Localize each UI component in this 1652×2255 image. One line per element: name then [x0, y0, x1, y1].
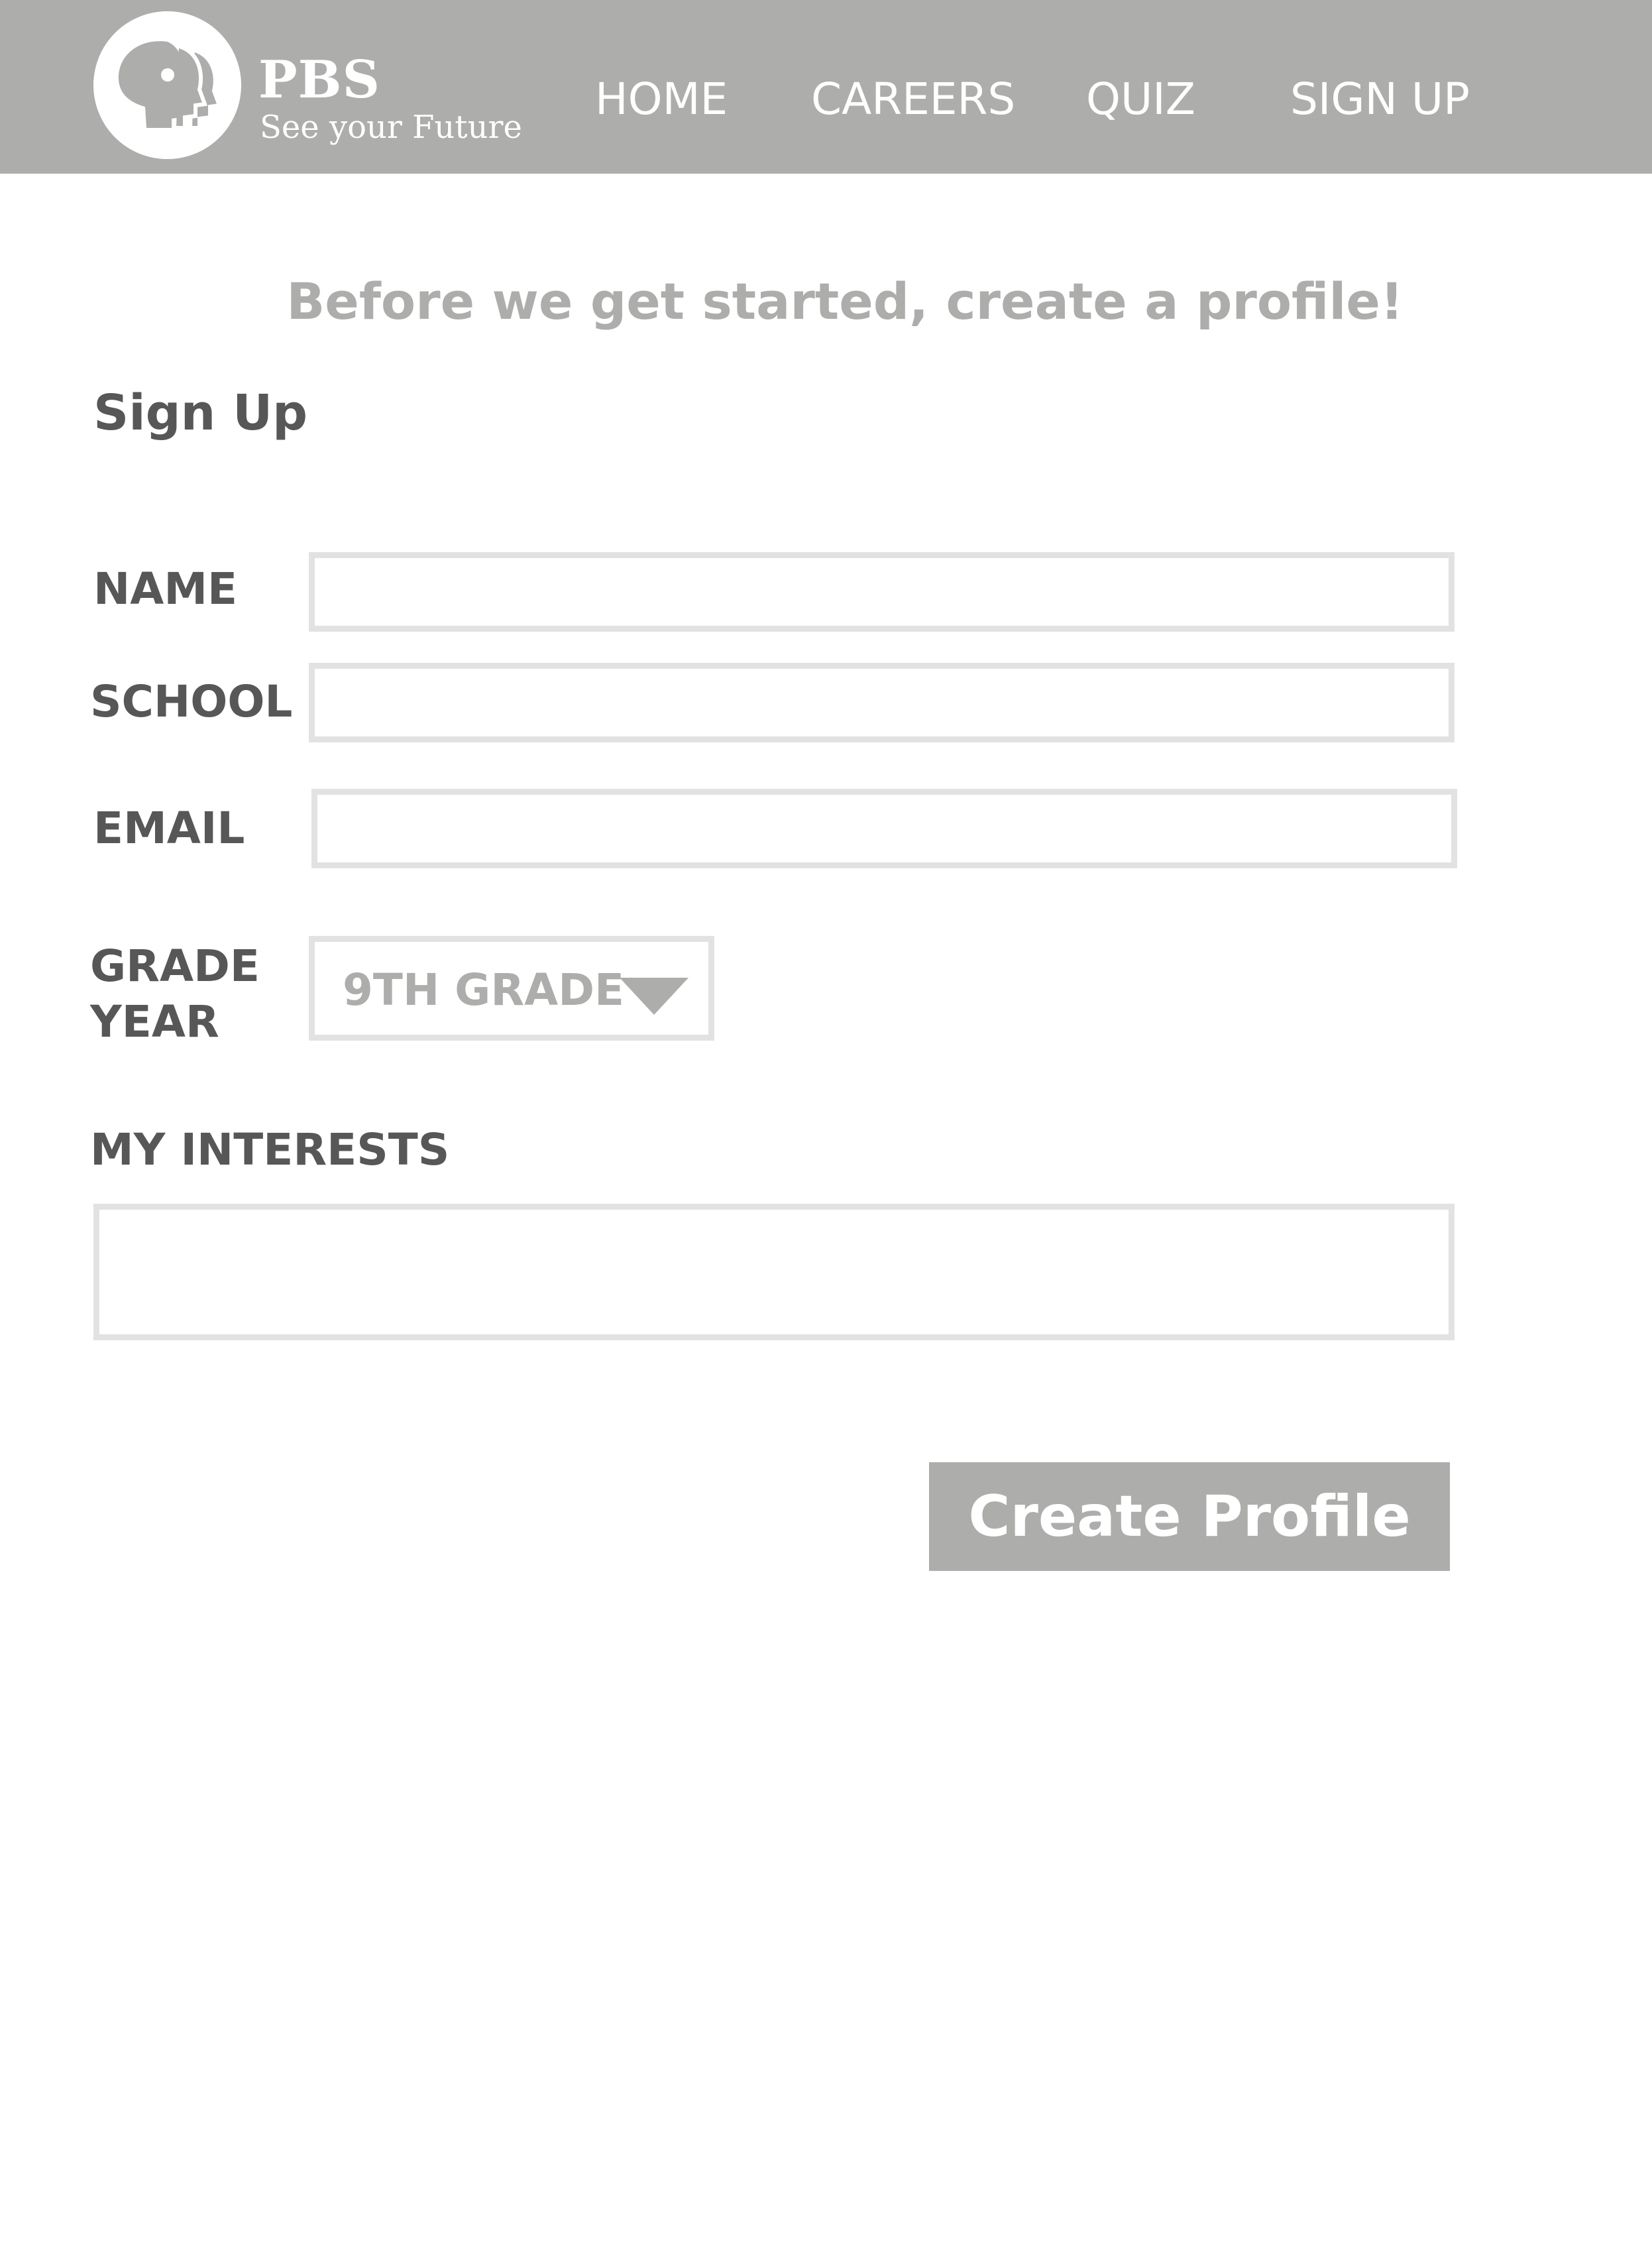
- grade-year-select[interactable]: 9TH GRADE: [309, 936, 714, 1041]
- chevron-down-icon: [620, 978, 688, 1015]
- name-label: NAME: [93, 563, 238, 614]
- site-header: PBS See your Future HOME CAREERS QUIZ SI…: [0, 0, 1652, 174]
- interests-label: MY INTERESTS: [90, 1124, 450, 1175]
- school-input[interactable]: [309, 663, 1455, 742]
- school-label: SCHOOL: [90, 676, 293, 727]
- grade-year-label: GRADE YEAR: [90, 939, 260, 1050]
- nav-sign-up[interactable]: SIGN UP: [1290, 73, 1470, 126]
- grade-year-label-line1: GRADE: [90, 941, 260, 992]
- pbs-heads-logo-icon: [118, 41, 223, 130]
- nav-careers[interactable]: CAREERS: [811, 73, 1015, 126]
- create-profile-button[interactable]: Create Profile: [929, 1462, 1450, 1571]
- nav-home[interactable]: HOME: [595, 73, 728, 126]
- page-title: Sign Up: [93, 384, 308, 441]
- brand-name: PBS: [258, 50, 380, 110]
- interests-textarea[interactable]: [93, 1204, 1455, 1340]
- email-input[interactable]: [311, 789, 1457, 868]
- nav-quiz[interactable]: QUIZ: [1086, 73, 1195, 126]
- grade-year-label-line2: YEAR: [90, 996, 219, 1047]
- pbs-logo-icon[interactable]: [93, 11, 241, 159]
- brand-tagline: See your Future: [260, 109, 522, 146]
- email-label: EMAIL: [93, 803, 245, 854]
- grade-year-selected-value: 9TH GRADE: [343, 964, 625, 1015]
- name-input[interactable]: [309, 552, 1455, 632]
- intro-text: Before we get started, create a profile!: [286, 272, 1404, 331]
